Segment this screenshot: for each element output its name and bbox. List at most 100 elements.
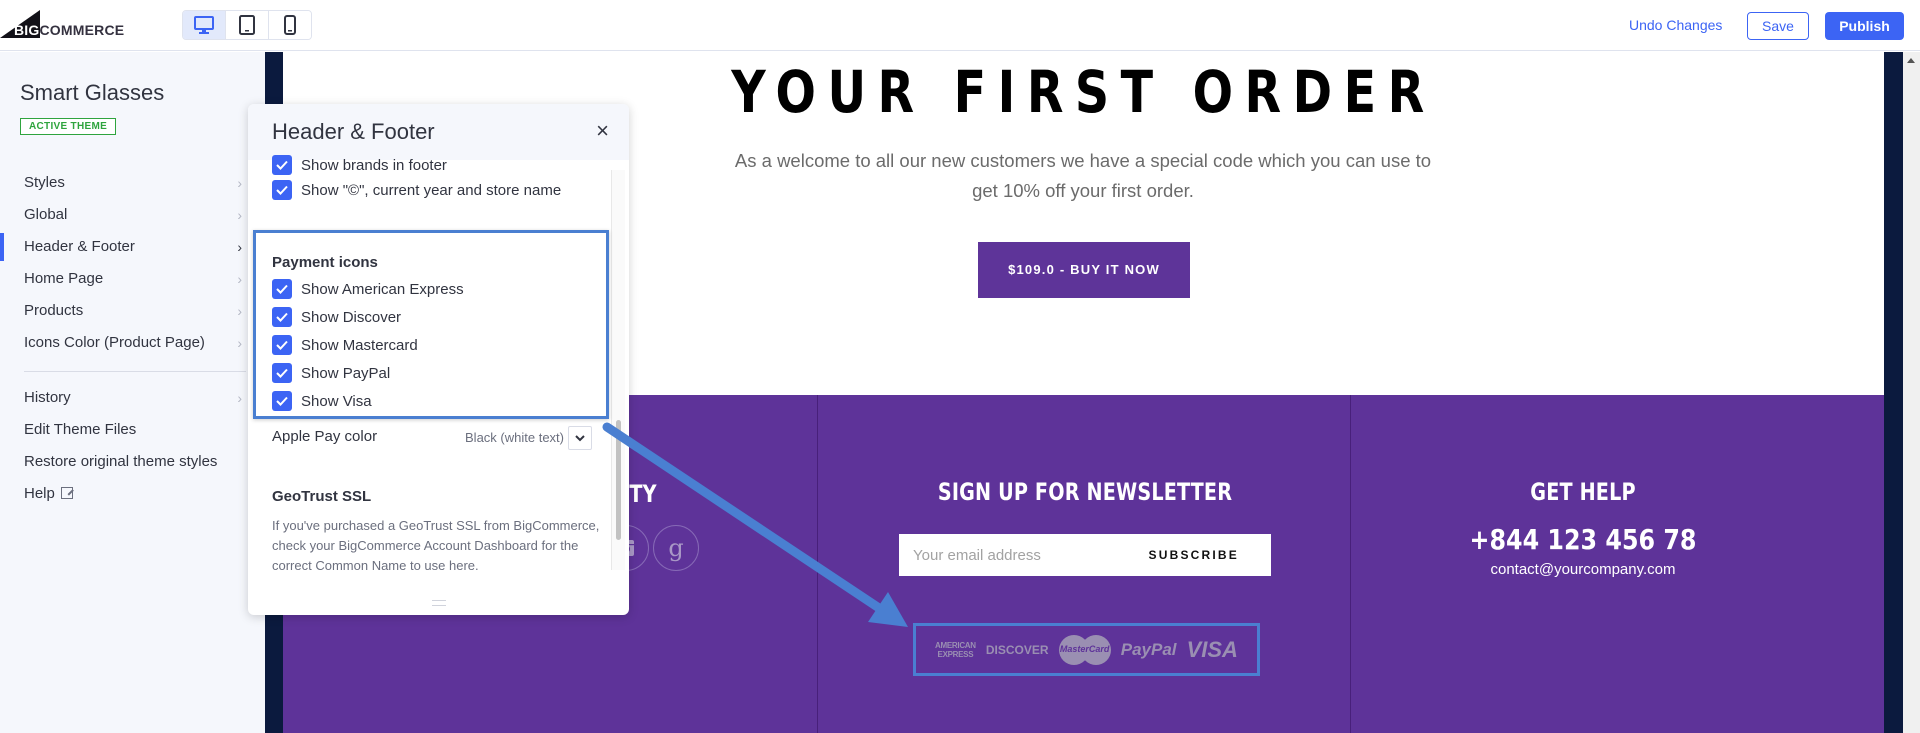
sidebar-item-products[interactable]: Products › [0, 295, 250, 327]
chevron-right-icon: › [237, 271, 242, 287]
bigcommerce-logo: BIGCOMMERCE [0, 10, 130, 40]
newsletter-form: SUBSCRIBE [899, 534, 1271, 576]
chevron-right-icon: › [237, 207, 242, 223]
checkbox-checked-icon[interactable] [272, 180, 292, 200]
panel-body: Show brands in footer Show "©", current … [248, 155, 629, 615]
checkbox-checked-icon[interactable] [272, 279, 292, 299]
scroll-up-icon[interactable] [1907, 58, 1915, 63]
mobile-icon [284, 15, 296, 35]
footer-column-divider [1350, 395, 1351, 733]
checkbox-checked-icon[interactable] [272, 391, 292, 411]
sidebar-nav: Styles › Global › Header & Footer › Home Pa… [0, 167, 250, 510]
checkbox-show-discover[interactable]: Show Discover [272, 306, 401, 328]
sidebar-item-history[interactable]: History › [0, 382, 250, 414]
panel-resize-grip-icon[interactable] [432, 600, 446, 606]
american-express-icon: AMERICAN EXPRESS [935, 640, 976, 659]
sidebar-item-help[interactable]: Help [0, 478, 250, 510]
device-switcher [182, 10, 312, 40]
preview-scrollbar[interactable] [1903, 52, 1920, 733]
logo-rest-text: COMMERCE [39, 22, 125, 38]
sidebar-item-styles[interactable]: Styles › [0, 167, 250, 199]
mastercard-icon: MasterCard [1058, 634, 1111, 665]
checkbox-label: Show Visa [301, 392, 372, 410]
sidebar-item-label: Restore original theme styles [24, 453, 218, 470]
chevron-right-icon: › [237, 303, 242, 319]
newsletter-title: SIGN UP FOR NEWSLETTER [937, 478, 1233, 506]
sidebar-item-label: Global [24, 206, 68, 223]
panel-title: Header & Footer [272, 119, 435, 144]
undo-changes-link[interactable]: Undo Changes [1629, 17, 1722, 33]
tablet-view-button[interactable] [226, 11, 269, 39]
theme-sidebar: Smart Glasses ACTIVE THEME Styles › Globa… [0, 52, 265, 733]
payment-icons-label: Payment icons [272, 254, 378, 271]
apple-pay-color-label: Apple Pay color [272, 428, 378, 445]
checkbox-label: Show American Express [301, 280, 464, 298]
close-icon[interactable]: × [596, 118, 609, 144]
sidebar-item-restore-styles[interactable]: Restore original theme styles [0, 446, 250, 478]
chevron-right-icon: › [237, 239, 242, 255]
chevron-right-icon: › [237, 335, 242, 351]
top-bar: BIGCOMMERCE Undo Changes Save Publish [0, 0, 1920, 51]
sidebar-item-label: Help [24, 485, 55, 502]
subscribe-button[interactable]: SUBSCRIBE [1149, 534, 1239, 576]
tablet-icon [239, 15, 255, 35]
sidebar-item-label: Home Page [24, 270, 104, 287]
chevron-right-icon: › [237, 390, 242, 406]
checkbox-checked-icon[interactable] [272, 335, 292, 355]
checkbox-label: Show "©", current year and store name [301, 181, 562, 199]
checkbox-show-paypal[interactable]: Show PayPal [272, 362, 390, 384]
header-footer-panel: Header & Footer × Show brands in footer … [248, 104, 629, 615]
sidebar-item-label: Styles [24, 174, 65, 191]
sidebar-item-label: History [24, 389, 71, 406]
save-button[interactable]: Save [1747, 12, 1809, 40]
chevron-right-icon: › [237, 175, 242, 191]
visa-icon: VISA [1186, 636, 1238, 662]
theme-name: Smart Glasses [20, 80, 165, 105]
checkbox-show-brands[interactable]: Show brands in footer [272, 154, 447, 176]
apple-pay-color-dropdown[interactable] [568, 426, 592, 450]
buy-now-button[interactable]: $109.0 - BUY IT NOW [978, 242, 1190, 298]
footer-column-divider [817, 395, 818, 733]
sidebar-item-header-footer[interactable]: Header & Footer › [0, 231, 250, 263]
help-phone: +844 123 456 78 [1469, 523, 1697, 556]
panel-scrollbar[interactable] [611, 170, 625, 570]
geotrust-title: GeoTrust SSL [272, 488, 372, 505]
hero-description: As a welcome to all our new customers we… [734, 150, 1432, 201]
geotrust-description: If you've purchased a GeoTrust SSL from … [272, 518, 600, 573]
help-email[interactable]: contact@yourcompany.com [1433, 561, 1733, 578]
sidebar-item-global[interactable]: Global › [0, 199, 250, 231]
apple-pay-color-row: Apple Pay color Black (white text) [272, 426, 592, 452]
get-help-title: GET HELP [1530, 478, 1636, 506]
external-link-icon [60, 487, 73, 499]
mobile-view-button[interactable] [269, 11, 311, 39]
desktop-view-button[interactable] [183, 11, 226, 39]
checkbox-checked-icon[interactable] [272, 307, 292, 327]
sidebar-item-label: Icons Color (Product Page) [24, 334, 205, 351]
checkbox-label: Show PayPal [301, 364, 391, 382]
checkbox-show-visa[interactable]: Show Visa [272, 390, 372, 412]
sidebar-item-edit-theme-files[interactable]: Edit Theme Files [0, 414, 250, 446]
sidebar-item-label: Products [24, 302, 84, 319]
checkbox-show-mastercard[interactable]: Show Mastercard [272, 334, 418, 356]
paypal-icon: PayPal [1120, 639, 1177, 659]
sidebar-item-icons-color[interactable]: Icons Color (Product Page) › [0, 327, 250, 359]
checkbox-label: Show Mastercard [301, 336, 418, 354]
checkbox-show-copyright[interactable]: Show "©", current year and store name [272, 179, 561, 201]
google-icon: g [668, 534, 684, 562]
apple-pay-color-value[interactable]: Black (white text) [465, 430, 564, 445]
checkbox-checked-icon[interactable] [272, 363, 292, 383]
logo-big-text: BIG [14, 22, 40, 38]
checkbox-checked-icon[interactable] [272, 155, 292, 175]
discover-icon: DISCOVER [985, 642, 1049, 657]
active-theme-badge: ACTIVE THEME [20, 118, 117, 135]
sidebar-item-home-page[interactable]: Home Page › [0, 263, 250, 295]
desktop-icon [194, 16, 214, 34]
checkbox-label: Show Discover [301, 308, 402, 326]
sidebar-item-label: Edit Theme Files [24, 421, 137, 438]
panel-header: Header & Footer × [248, 104, 629, 160]
checkbox-show-amex[interactable]: Show American Express [272, 278, 464, 300]
google-link[interactable]: g [653, 525, 699, 571]
newsletter-email-input[interactable] [913, 534, 1143, 576]
publish-button[interactable]: Publish [1825, 12, 1904, 40]
panel-scrollbar-thumb[interactable] [616, 420, 621, 540]
